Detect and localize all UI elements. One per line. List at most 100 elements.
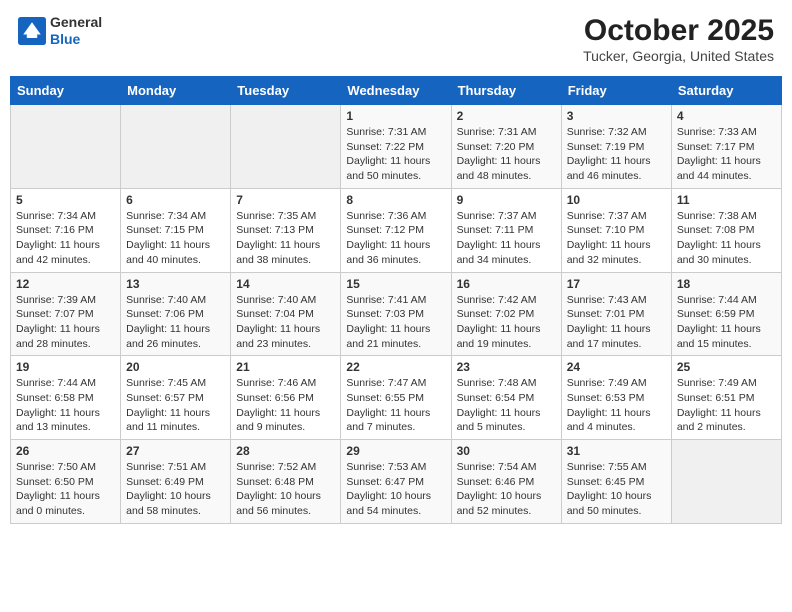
day-number: 1 — [346, 109, 445, 123]
calendar-week-row: 1 Sunrise: 7:31 AM Sunset: 7:22 PM Daylig… — [11, 105, 782, 189]
calendar-cell: 30Sunrise: 7:54 AM Sunset: 6:46 PM Dayli… — [451, 440, 561, 524]
calendar-cell — [121, 105, 231, 189]
calendar-week-row: 19 Sunrise: 7:44 AM Sunset: 6:58 PM Dayli… — [11, 356, 782, 440]
calendar-cell: 27 Sunrise: 7:51 AM Sunset: 6:49 PM Dayli… — [121, 440, 231, 524]
day-info: Sunrise: 7:43 AM Sunset: 7:01 PM Dayligh… — [567, 293, 666, 352]
calendar-cell: 11 Sunrise: 7:38 AM Sunset: 7:08 PM Dayli… — [671, 188, 781, 272]
title-block: October 2025 Tucker, Georgia, United Sta… — [583, 14, 774, 64]
day-info: Sunrise: 7:34 AM Sunset: 7:16 PM Dayligh… — [16, 209, 115, 268]
location-text: Tucker, Georgia, United States — [583, 48, 774, 64]
calendar-cell: 13 Sunrise: 7:40 AM Sunset: 7:06 PM Dayli… — [121, 272, 231, 356]
day-info: Sunrise: 7:50 AM Sunset: 6:50 PM Dayligh… — [16, 460, 115, 519]
calendar-cell: 24 Sunrise: 7:49 AM Sunset: 6:53 PM Dayli… — [561, 356, 671, 440]
calendar-cell: 18Sunrise: 7:44 AM Sunset: 6:59 PM Dayli… — [671, 272, 781, 356]
day-number: 16 — [457, 277, 556, 291]
calendar-cell: 14 Sunrise: 7:40 AM Sunset: 7:04 PM Dayli… — [231, 272, 341, 356]
day-info: Sunrise: 7:37 AM Sunset: 7:10 PM Dayligh… — [567, 209, 666, 268]
calendar-cell: 16 Sunrise: 7:42 AM Sunset: 7:02 PM Dayli… — [451, 272, 561, 356]
day-number: 14 — [236, 277, 335, 291]
day-number: 28 — [236, 444, 335, 458]
day-number: 24 — [567, 360, 666, 374]
day-info: Sunrise: 7:31 AM Sunset: 7:20 PM Dayligh… — [457, 125, 556, 184]
day-info: Sunrise: 7:38 AM Sunset: 7:08 PM Dayligh… — [677, 209, 776, 268]
day-info: Sunrise: 7:49 AM Sunset: 6:53 PM Dayligh… — [567, 376, 666, 435]
day-number: 8 — [346, 193, 445, 207]
day-number: 13 — [126, 277, 225, 291]
calendar-cell: 20Sunrise: 7:45 AM Sunset: 6:57 PM Dayli… — [121, 356, 231, 440]
day-number: 27 — [126, 444, 225, 458]
calendar-cell: 6 Sunrise: 7:34 AM Sunset: 7:15 PM Daylig… — [121, 188, 231, 272]
day-number: 12 — [16, 277, 115, 291]
day-number: 4 — [677, 109, 776, 123]
weekday-header-friday: Friday — [561, 77, 671, 105]
day-number: 21 — [236, 360, 335, 374]
day-number: 6 — [126, 193, 225, 207]
calendar-cell: 31Sunrise: 7:55 AM Sunset: 6:45 PM Dayli… — [561, 440, 671, 524]
calendar-cell: 15Sunrise: 7:41 AM Sunset: 7:03 PM Dayli… — [341, 272, 451, 356]
day-info: Sunrise: 7:37 AM Sunset: 7:11 PM Dayligh… — [457, 209, 556, 268]
day-number: 10 — [567, 193, 666, 207]
day-info: Sunrise: 7:53 AM Sunset: 6:47 PM Dayligh… — [346, 460, 445, 519]
day-info: Sunrise: 7:40 AM Sunset: 7:06 PM Dayligh… — [126, 293, 225, 352]
calendar-cell: 5 Sunrise: 7:34 AM Sunset: 7:16 PM Daylig… — [11, 188, 121, 272]
day-number: 29 — [346, 444, 445, 458]
day-info: Sunrise: 7:39 AM Sunset: 7:07 PM Dayligh… — [16, 293, 115, 352]
day-number: 20 — [126, 360, 225, 374]
day-number: 15 — [346, 277, 445, 291]
calendar-cell: 26 Sunrise: 7:50 AM Sunset: 6:50 PM Dayli… — [11, 440, 121, 524]
day-number: 11 — [677, 193, 776, 207]
calendar-table: SundayMondayTuesdayWednesdayThursdayFrid… — [10, 76, 782, 524]
day-info: Sunrise: 7:40 AM Sunset: 7:04 PM Dayligh… — [236, 293, 335, 352]
day-info: Sunrise: 7:44 AM Sunset: 6:58 PM Dayligh… — [16, 376, 115, 435]
calendar-cell: 7 Sunrise: 7:35 AM Sunset: 7:13 PM Daylig… — [231, 188, 341, 272]
day-number: 18 — [677, 277, 776, 291]
calendar-week-row: 26 Sunrise: 7:50 AM Sunset: 6:50 PM Dayli… — [11, 440, 782, 524]
logo-blue-text: Blue — [50, 31, 102, 48]
day-info: Sunrise: 7:54 AM Sunset: 6:46 PM Dayligh… — [457, 460, 556, 519]
day-number: 17 — [567, 277, 666, 291]
day-number: 23 — [457, 360, 556, 374]
calendar-cell — [11, 105, 121, 189]
day-number: 26 — [16, 444, 115, 458]
calendar-cell: 10 Sunrise: 7:37 AM Sunset: 7:10 PM Dayli… — [561, 188, 671, 272]
day-info: Sunrise: 7:51 AM Sunset: 6:49 PM Dayligh… — [126, 460, 225, 519]
day-number: 25 — [677, 360, 776, 374]
calendar-cell: 12 Sunrise: 7:39 AM Sunset: 7:07 PM Dayli… — [11, 272, 121, 356]
logo: General Blue — [18, 14, 102, 48]
weekday-header-wednesday: Wednesday — [341, 77, 451, 105]
calendar-cell: 29 Sunrise: 7:53 AM Sunset: 6:47 PM Dayli… — [341, 440, 451, 524]
day-info: Sunrise: 7:33 AM Sunset: 7:17 PM Dayligh… — [677, 125, 776, 184]
day-info: Sunrise: 7:49 AM Sunset: 6:51 PM Dayligh… — [677, 376, 776, 435]
day-number: 9 — [457, 193, 556, 207]
day-number: 19 — [16, 360, 115, 374]
day-info: Sunrise: 7:34 AM Sunset: 7:15 PM Dayligh… — [126, 209, 225, 268]
day-info: Sunrise: 7:46 AM Sunset: 6:56 PM Dayligh… — [236, 376, 335, 435]
day-info: Sunrise: 7:42 AM Sunset: 7:02 PM Dayligh… — [457, 293, 556, 352]
logo-text: General Blue — [50, 14, 102, 48]
day-info: Sunrise: 7:48 AM Sunset: 6:54 PM Dayligh… — [457, 376, 556, 435]
weekday-header-sunday: Sunday — [11, 77, 121, 105]
calendar-cell: 1 Sunrise: 7:31 AM Sunset: 7:22 PM Daylig… — [341, 105, 451, 189]
weekday-header-monday: Monday — [121, 77, 231, 105]
weekday-header-thursday: Thursday — [451, 77, 561, 105]
weekday-header-tuesday: Tuesday — [231, 77, 341, 105]
day-info: Sunrise: 7:47 AM Sunset: 6:55 PM Dayligh… — [346, 376, 445, 435]
day-info: Sunrise: 7:35 AM Sunset: 7:13 PM Dayligh… — [236, 209, 335, 268]
day-info: Sunrise: 7:31 AM Sunset: 7:22 PM Dayligh… — [346, 125, 445, 184]
day-number: 3 — [567, 109, 666, 123]
day-number: 31 — [567, 444, 666, 458]
day-number: 5 — [16, 193, 115, 207]
day-number: 7 — [236, 193, 335, 207]
calendar-week-row: 12 Sunrise: 7:39 AM Sunset: 7:07 PM Dayli… — [11, 272, 782, 356]
logo-general-text: General — [50, 14, 102, 31]
month-title: October 2025 — [583, 14, 774, 48]
day-info: Sunrise: 7:52 AM Sunset: 6:48 PM Dayligh… — [236, 460, 335, 519]
calendar-cell: 3Sunrise: 7:32 AM Sunset: 7:19 PM Daylig… — [561, 105, 671, 189]
weekday-header-row: SundayMondayTuesdayWednesdayThursdayFrid… — [11, 77, 782, 105]
day-number: 2 — [457, 109, 556, 123]
day-number: 22 — [346, 360, 445, 374]
calendar-cell — [671, 440, 781, 524]
calendar-cell: 9 Sunrise: 7:37 AM Sunset: 7:11 PM Daylig… — [451, 188, 561, 272]
calendar-cell: 25 Sunrise: 7:49 AM Sunset: 6:51 PM Dayli… — [671, 356, 781, 440]
calendar-cell: 22 Sunrise: 7:47 AM Sunset: 6:55 PM Dayli… — [341, 356, 451, 440]
